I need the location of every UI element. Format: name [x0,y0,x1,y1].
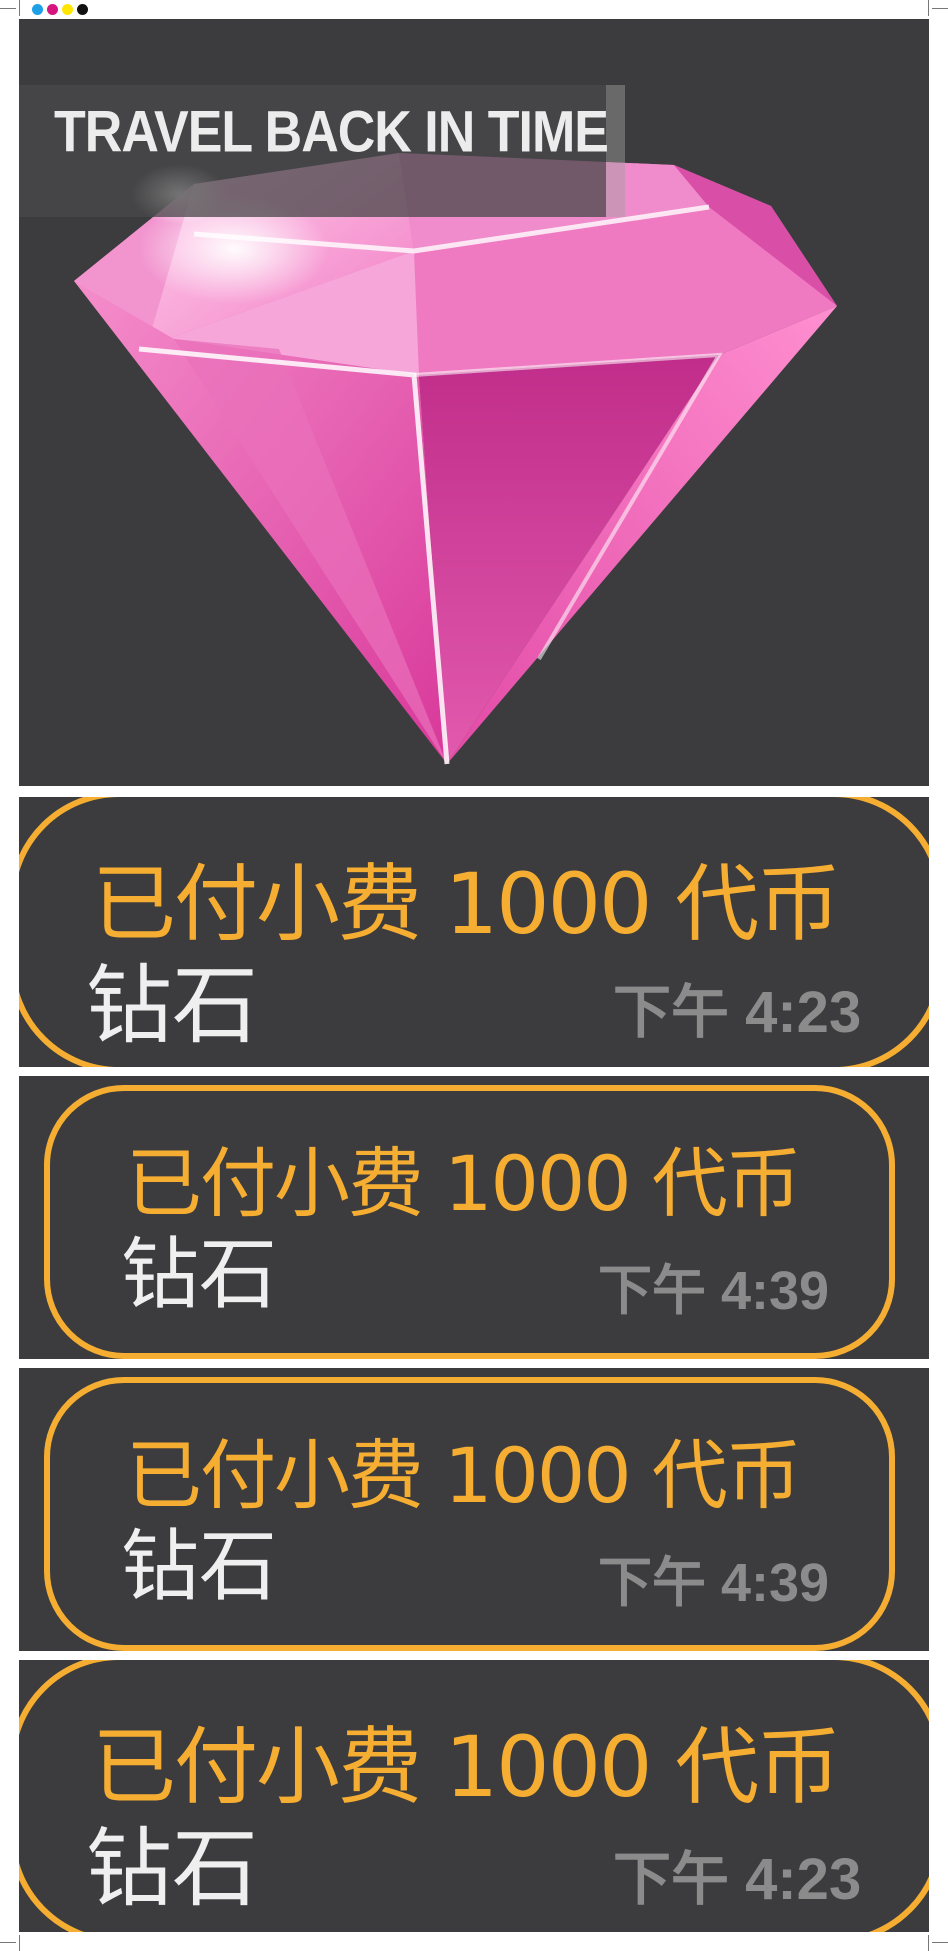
yellow-dot [62,4,73,15]
title-banner: TRAVEL BACK IN TIME [19,85,625,217]
crop-mark [0,1942,16,1943]
black-dot [77,4,88,15]
tip-message-card: 已付小费 1000 代币 钻石 下午 4:23 [19,797,929,1067]
banner-title: TRAVEL BACK IN TIME [54,100,609,166]
crop-mark [932,1942,948,1943]
title-banner-inner: TRAVEL BACK IN TIME [19,85,609,217]
gift-item-name: 钻石 [86,956,258,1056]
tip-message-card: 已付小费 1000 代币 钻石 下午 4:39 [19,1368,929,1651]
message-time: 下午 4:23 [613,1847,862,1912]
crop-mark [19,1935,20,1951]
tip-message-card: 已付小费 1000 代币 钻石 下午 4:39 [19,1076,929,1359]
crop-mark [928,0,929,16]
hero-image-panel: TRAVEL BACK IN TIME [19,19,929,786]
crop-mark [0,8,16,9]
crop-mark [19,0,20,16]
tip-message-card: 已付小费 1000 代币 钻石 下午 4:23 [19,1660,929,1932]
magenta-dot [47,4,58,15]
gift-item-name: 钻石 [86,1819,258,1919]
message-time: 下午 4:23 [613,980,862,1045]
gift-item-name: 钻石 [121,1230,278,1320]
crop-mark [932,8,948,9]
message-time: 下午 4:39 [598,1553,830,1613]
color-registration-marks [32,4,88,15]
cyan-dot [32,4,43,15]
gift-item-name: 钻石 [121,1522,278,1612]
crop-mark [928,1935,929,1951]
message-time: 下午 4:39 [598,1261,830,1321]
